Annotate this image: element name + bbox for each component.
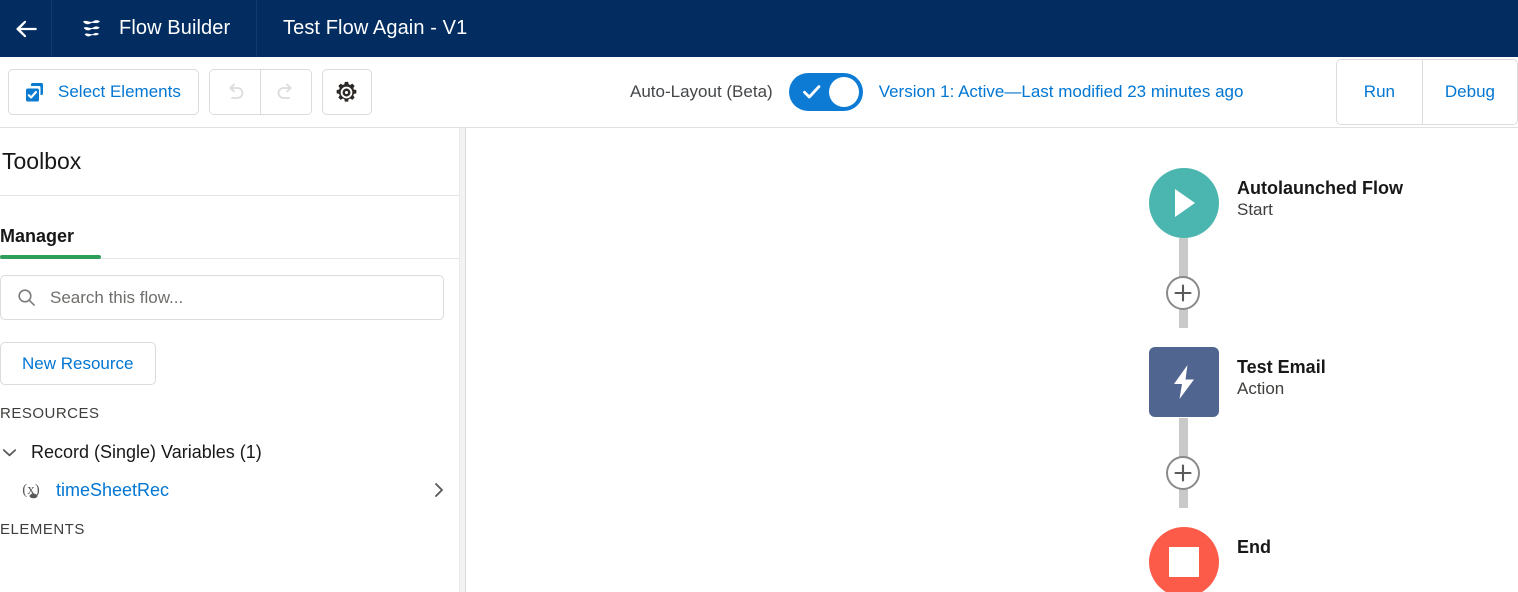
flow-settings-button[interactable] [321,69,372,115]
node-subtitle: Start [1237,200,1273,220]
search-box[interactable] [0,275,444,320]
select-elements-label: Select Elements [58,82,181,101]
action-node-shape[interactable] [1149,347,1219,417]
checkmark-icon [802,85,821,99]
tab-manager[interactable]: Manager [0,226,101,259]
lightning-bolt-icon [1174,365,1194,399]
app-launcher[interactable]: Flow Builder [52,0,256,57]
undo-icon [229,83,244,99]
toolbox-header: Toolbox [0,128,459,196]
new-resource-button[interactable]: New Resource [0,342,156,385]
redo-icon [277,83,292,99]
add-element-button-1[interactable] [1166,276,1200,310]
variable-icon: (x) [22,482,40,499]
action-node-text: Test Email Action [1237,347,1326,401]
flow-node-end[interactable]: End [1149,527,1271,592]
resource-group-label: Record (Single) Variables (1) [31,442,262,462]
gear-icon [337,81,357,102]
start-node-shape[interactable] [1149,168,1219,238]
toolbar-right-group: Run Debug [1335,59,1518,125]
flow-name-cell[interactable]: Test Flow Again - V1 [257,0,467,57]
flow-node-action[interactable]: Test Email Action [1149,347,1326,417]
version-status-link[interactable]: Version 1: Active—Last modified 23 minut… [879,82,1244,102]
toolbox-tablist: Manager [0,196,459,259]
search-wrapper [0,259,459,320]
chevron-right-icon[interactable] [431,480,447,500]
redo-button[interactable] [260,70,311,114]
toolbar-center-group: Auto-Layout (Beta) Version 1: Active—Las… [630,73,1243,111]
node-subtitle: Action [1237,379,1285,399]
toolbox-title: Toolbox [2,148,82,174]
auto-layout-toggle[interactable] [788,73,863,111]
flow-node-start[interactable]: Autolaunched Flow Start [1149,168,1403,238]
toggle-knob [828,77,859,107]
app-title: Flow Builder [119,17,231,39]
toolbox-panel: Toolbox Manager New Resource RESOURCES R… [0,128,460,592]
chevron-down-icon [2,449,17,457]
global-header: Flow Builder Test Flow Again - V1 [0,0,1518,57]
search-icon [18,289,35,306]
search-input[interactable] [50,287,443,308]
undo-redo-group [208,69,312,115]
stop-square-icon [1169,547,1199,577]
node-title: End [1237,537,1271,557]
list-item[interactable]: (x) timeSheetRec [0,479,459,501]
auto-layout-label: Auto-Layout (Beta) [630,82,773,101]
node-title: Test Email [1237,357,1326,377]
toolbox-scrollbar[interactable] [459,128,466,592]
plus-icon [1174,284,1192,302]
resources-section-label: RESOURCES [0,405,100,422]
flow-title: Test Flow Again - V1 [283,17,468,39]
end-node-text: End [1237,527,1271,558]
flow-canvas[interactable]: Autolaunched Flow Start Test Email Actio… [467,128,1518,592]
undo-button[interactable] [209,70,260,114]
end-node-shape[interactable] [1149,527,1219,592]
back-arrow-icon [15,20,37,37]
run-button[interactable]: Run [1336,60,1422,124]
select-elements-icon [26,83,43,102]
back-button[interactable] [0,0,51,57]
plus-icon [1174,464,1192,482]
start-node-text: Autolaunched Flow Start [1237,168,1403,222]
resource-item-name: timeSheetRec [56,479,170,500]
run-debug-group: Run Debug [1335,59,1518,125]
elements-section-label: ELEMENTS [0,521,85,538]
flow-builder-logo-icon [83,19,100,36]
resource-group-record-single-variables[interactable]: Record (Single) Variables (1) [0,442,459,463]
debug-button[interactable]: Debug [1422,60,1517,124]
node-title: Autolaunched Flow [1237,178,1403,198]
flow-toolbar: Select Elements Auto-Layout (Beta) Versi… [0,57,1518,128]
toolbox-body: New Resource RESOURCES Record (Single) V… [0,259,459,538]
select-elements-button[interactable]: Select Elements [8,69,199,115]
add-element-button-2[interactable] [1166,456,1200,490]
tab-manager-label: Manager [0,226,75,246]
play-icon [1175,189,1195,217]
toolbar-left-group: Select Elements [0,69,372,115]
